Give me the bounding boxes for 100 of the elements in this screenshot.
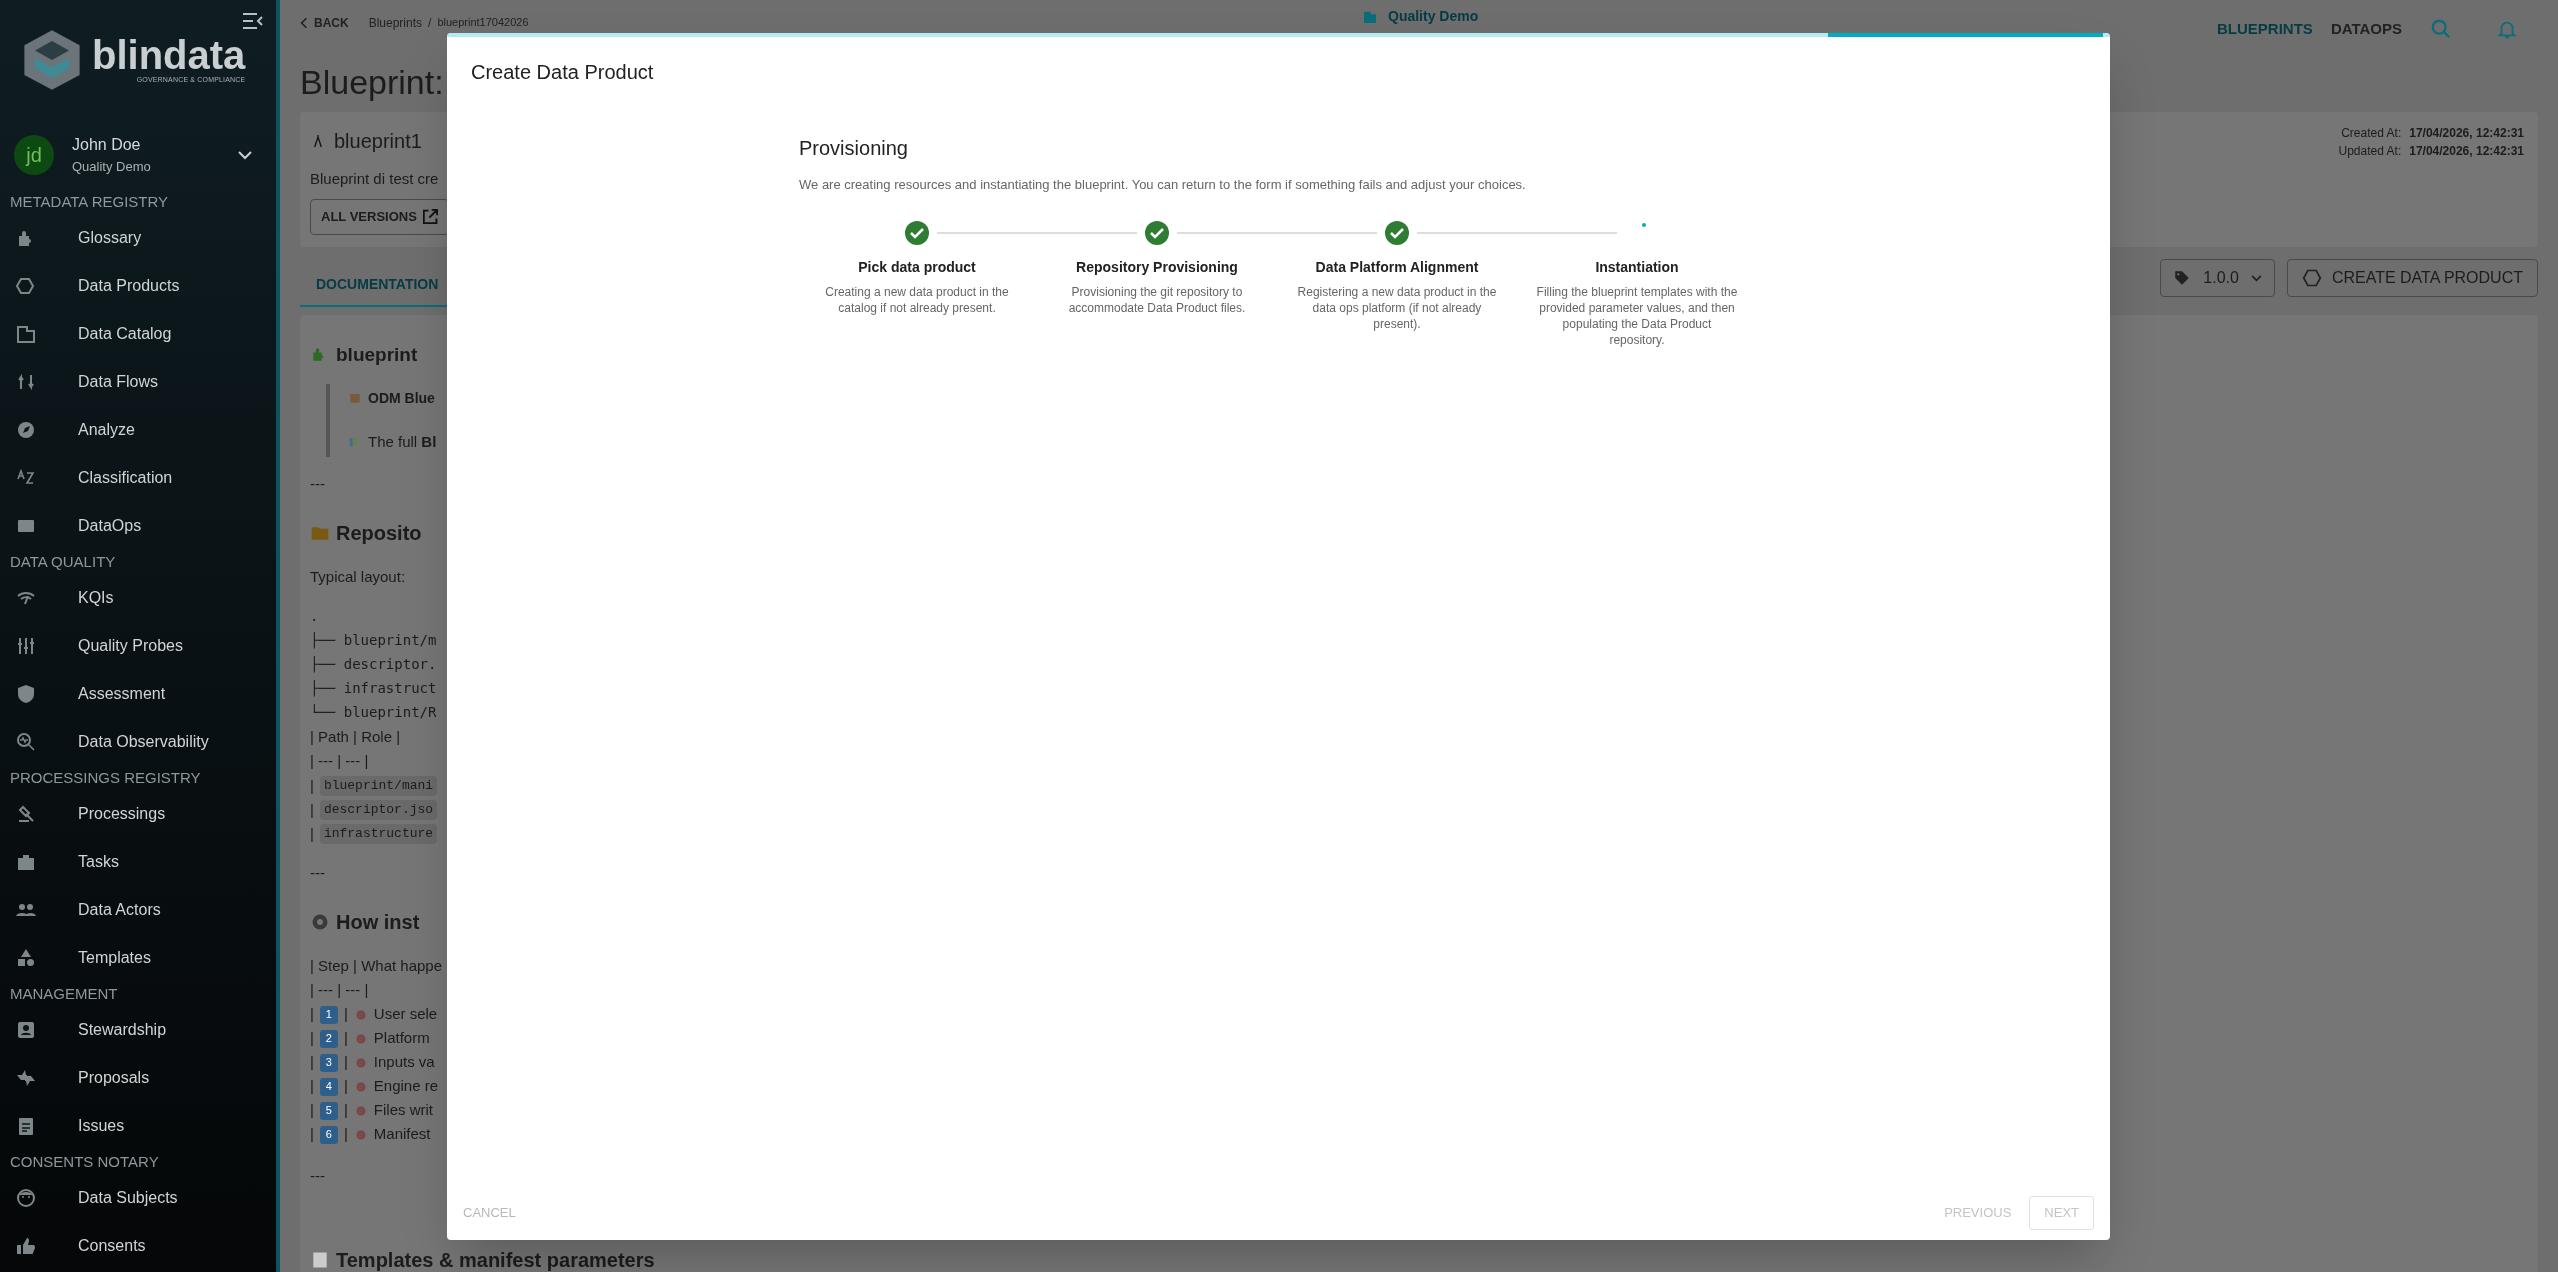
sidebar-section-title: DATA QUALITY (9, 552, 117, 572)
sidebar-item[interactable]: KQIs (0, 574, 276, 622)
table-markdown-line: | Path | Role | (310, 727, 402, 747)
sidebar-item[interactable]: Data Flows (0, 358, 276, 406)
menu-item-icon (15, 323, 37, 345)
pipe-text: | (310, 1004, 314, 1025)
sidebar-item[interactable]: Assessment (0, 670, 276, 718)
pipe-text: | (310, 775, 314, 796)
collapse-menu-button[interactable] (242, 12, 264, 30)
step-text: Platform (373, 1028, 430, 1049)
blueprint-name: blueprint1 (334, 129, 422, 154)
menu-item-icon (15, 683, 37, 705)
sidebar-item[interactable]: Consents (0, 1222, 276, 1270)
step-icon (353, 1055, 368, 1070)
step-icon (353, 1127, 368, 1142)
quote-text: The full Bl (368, 431, 437, 452)
section-heading: Templates & manifest parameters (336, 1249, 655, 1271)
menu-item-icon (15, 947, 37, 969)
sidebar-item[interactable]: Data Subjects (0, 1174, 276, 1222)
table-markdown-line: | --- | --- | (310, 751, 370, 771)
sidebar-section-title: MANAGEMENT (9, 984, 119, 1004)
pipe-text: | (310, 1124, 314, 1145)
step-title: Data Platform Alignment (1315, 257, 1479, 277)
pipe-text: | (310, 823, 314, 844)
section-heading: Reposito (336, 520, 422, 546)
sidebar-item[interactable]: Issues (0, 1102, 276, 1150)
pipe-text: | (343, 1124, 348, 1145)
section-heading: How inst (336, 909, 420, 935)
dialog-title: Create Data Product (471, 60, 655, 85)
pipe-text: | (310, 1076, 314, 1097)
step-description: Filling the blueprint templates with the provided parameter values, and then populating the Data Product repository. (1535, 283, 1739, 348)
sidebar-item[interactable]: Glossary (0, 214, 276, 262)
step-title: Pick data product (858, 257, 976, 277)
sidebar-item[interactable]: Proposals (0, 1054, 276, 1102)
sidebar-item[interactable]: Analyze (0, 406, 276, 454)
code-line: ├── descriptor. (310, 655, 438, 675)
chevron-left-icon (300, 17, 308, 29)
menu-item-icon (15, 275, 37, 297)
breadcrumb-current: blueprint17042026 (437, 15, 529, 30)
horizontal-rule-text: --- (310, 1165, 325, 1186)
step-icon (353, 1031, 368, 1046)
hexagon-icon (2301, 268, 2322, 288)
table-markdown-line: | --- | --- | (310, 979, 370, 1000)
inline-code: infrastructure (319, 824, 438, 844)
sidebar-item[interactable]: Data Observability (0, 718, 276, 766)
pipe-text: | (343, 1076, 348, 1097)
sidebar-item[interactable]: Data Catalog (0, 310, 276, 358)
pipe-text: | (310, 799, 314, 820)
breadcrumb-separator: / (428, 15, 432, 32)
sidebar-item[interactable]: Stewardship (0, 1006, 276, 1054)
pipe-text: | (343, 1028, 348, 1049)
menu-item-icon (15, 635, 37, 657)
sidebar-section-title: CONSENTS NOTARY (9, 1152, 160, 1172)
step-text: Inputs va (373, 1052, 435, 1073)
code-line: ├── blueprint/m (310, 631, 438, 651)
sidebar-item[interactable]: Processings (0, 790, 276, 838)
number-badge: 6 (319, 1125, 338, 1144)
step-icon (353, 1007, 368, 1022)
step-text: Files writ (373, 1100, 433, 1121)
external-link-icon (422, 209, 438, 224)
sidebar-item[interactable]: Quality Probes (0, 622, 276, 670)
updated-value: 17/04/2026, 12:42:31 (2409, 143, 2524, 160)
chevron-down-icon (238, 150, 252, 160)
pipe-text: | (310, 1028, 314, 1049)
number-badge: 3 (319, 1053, 338, 1072)
updated-label: Updated At: (2338, 143, 2402, 160)
sidebar-section-title: METADATA REGISTRY (9, 192, 170, 212)
step-icon (353, 1103, 368, 1118)
logo-wordmark: blindata (92, 34, 246, 75)
user-menu[interactable]: jd John Doe Quality Demo (0, 120, 276, 190)
inline-code: descriptor.jso (319, 800, 438, 820)
code-line: ├── infrastruct (310, 679, 438, 699)
pipe-text: | (310, 1052, 314, 1073)
step-title: Instantiation (1595, 257, 1679, 277)
doc-title: blueprint (336, 343, 418, 367)
sidebar-item[interactable]: Classification (0, 454, 276, 502)
user-avatar: jd (14, 135, 54, 175)
sidebar-section-title: PROCESSINGS REGISTRY (9, 768, 202, 788)
menu-item-icon (15, 1187, 37, 1209)
search-button[interactable] (2430, 18, 2452, 41)
pipe-text: | (343, 1100, 348, 1121)
menu-item-icon (15, 419, 37, 441)
tenant-label: Quality Demo (1388, 7, 1479, 26)
step-description: Provisioning the git repository to accommodate Data Product files. (1067, 283, 1247, 316)
sidebar-item[interactable]: Tasks (0, 838, 276, 886)
sidebar-item[interactable]: Data Actors (0, 886, 276, 934)
blueprint-description: Blueprint di test cre (310, 169, 439, 189)
paragraph-text: Typical layout: (310, 566, 406, 587)
sidebar-item[interactable]: Data Products (0, 262, 276, 310)
menu-item-icon (15, 1019, 37, 1041)
sidebar-item[interactable]: Templates (0, 934, 276, 982)
step-text: Manifest (373, 1124, 431, 1145)
created-value: 17/04/2026, 12:42:31 (2409, 125, 2524, 142)
table-markdown-line: | Step | What happe (310, 955, 444, 976)
step-title: Repository Provisioning (1076, 257, 1238, 277)
step-description: Creating a new data product in the catalog if not already present. (824, 283, 1010, 316)
pipe-text: | (343, 1004, 348, 1025)
menu-item-icon (15, 731, 37, 753)
number-badge: 5 (319, 1101, 338, 1120)
sidebar-item[interactable]: DataOps (0, 502, 276, 550)
